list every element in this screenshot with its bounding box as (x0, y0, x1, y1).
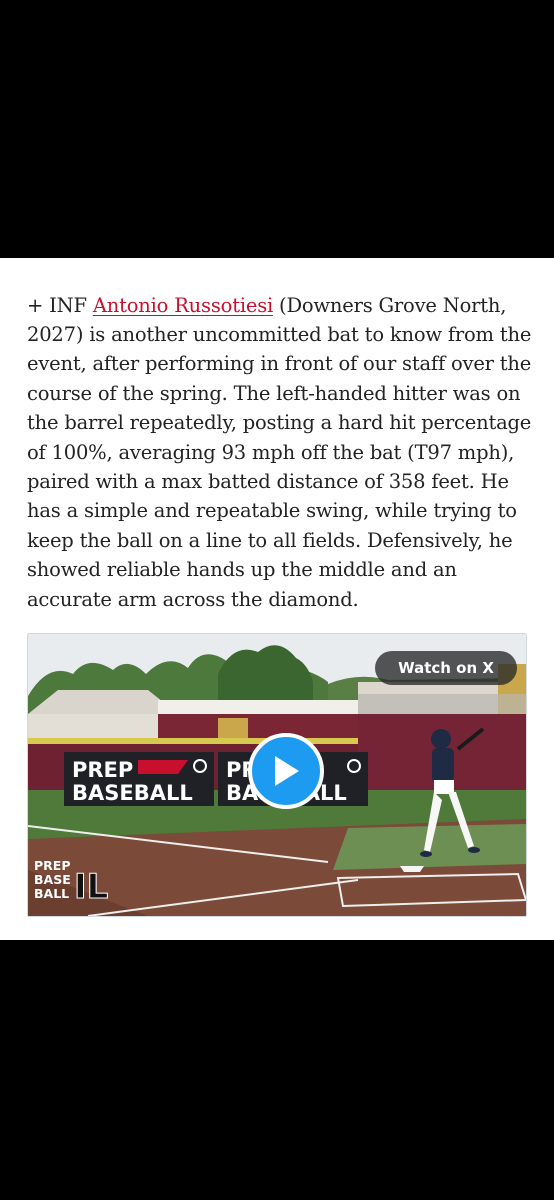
logo-text-prep: PREP (34, 858, 71, 873)
play-button[interactable] (248, 733, 324, 809)
article-paragraph: + INF Antonio Russotiesi (Downers Grove … (27, 291, 535, 614)
logo-text-ball: BALL (34, 886, 69, 901)
embedded-video[interactable]: PREP BASEBALL PREP BASEBALL PREP BASE BA… (27, 633, 527, 917)
banner-text-baseball: BASEBALL (72, 781, 193, 805)
banner-text-prep: PREP (72, 758, 133, 782)
logo-mark: IL (74, 867, 108, 907)
article-body: (Downers Grove North, 2027) is another u… (27, 293, 532, 611)
player-name-link[interactable]: Antonio Russotiesi (93, 294, 273, 317)
play-icon (275, 756, 299, 786)
article-card: + INF Antonio Russotiesi (Downers Grove … (0, 258, 554, 940)
watch-on-x-button[interactable]: Watch on X (375, 651, 517, 685)
article-intro: + INF (27, 293, 93, 317)
logo-text-base: BASE (34, 872, 71, 887)
